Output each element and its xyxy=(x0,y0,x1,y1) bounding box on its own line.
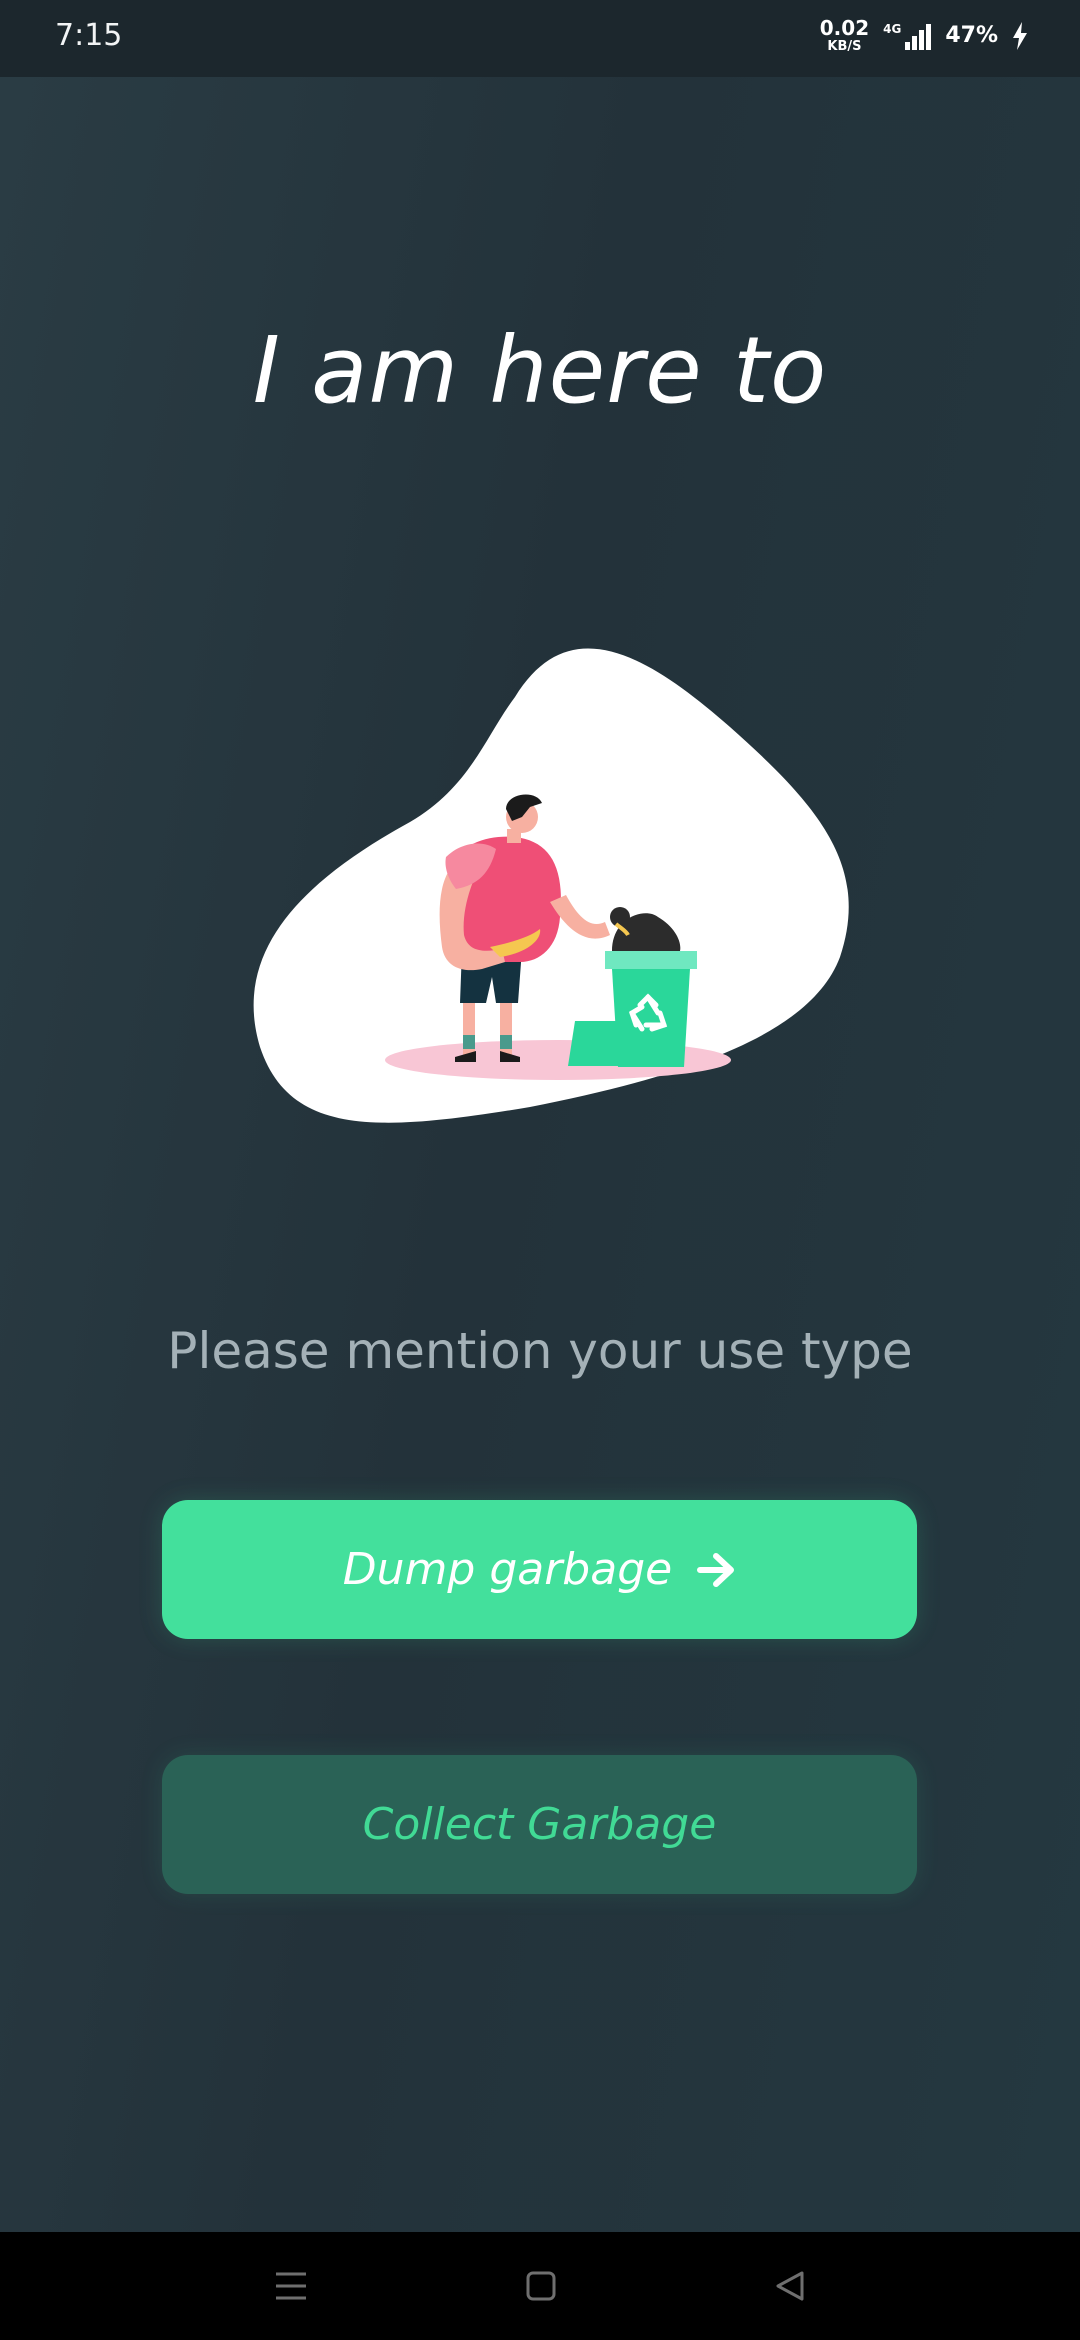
use-type-prompt: Please mention your use type xyxy=(167,1322,913,1380)
signal-icon: 4G xyxy=(883,21,932,50)
status-time: 7:15 xyxy=(55,18,123,53)
page-title: I am here to xyxy=(252,317,828,424)
network-speed: 0.02 KB/S xyxy=(820,18,869,53)
status-bar: 7:15 0.02 KB/S 4G 47% xyxy=(0,0,1080,77)
dump-garbage-label: Dump garbage xyxy=(342,1544,673,1595)
collect-garbage-label: Collect Garbage xyxy=(362,1799,717,1850)
network-speed-value: 0.02 xyxy=(819,16,870,40)
back-triangle-icon[interactable] xyxy=(760,2258,820,2314)
collect-garbage-button[interactable]: Collect Garbage xyxy=(162,1755,917,1894)
network-speed-unit: KB/S xyxy=(827,39,862,54)
home-square-icon[interactable] xyxy=(511,2258,571,2314)
network-type: 4G xyxy=(883,21,902,36)
dump-garbage-button[interactable]: Dump garbage xyxy=(162,1500,917,1639)
garbage-disposal-illustration xyxy=(253,648,849,1123)
system-navigation-bar xyxy=(0,2232,1080,2340)
main-content: I am here to Please mention your use typ… xyxy=(0,77,1080,2232)
battery-percent: 47% xyxy=(945,23,998,48)
charging-icon xyxy=(1013,21,1027,50)
menu-icon[interactable] xyxy=(261,2258,321,2314)
status-icons: 0.02 KB/S 4G 47% xyxy=(820,18,1028,53)
arrow-right-icon xyxy=(696,1552,736,1588)
